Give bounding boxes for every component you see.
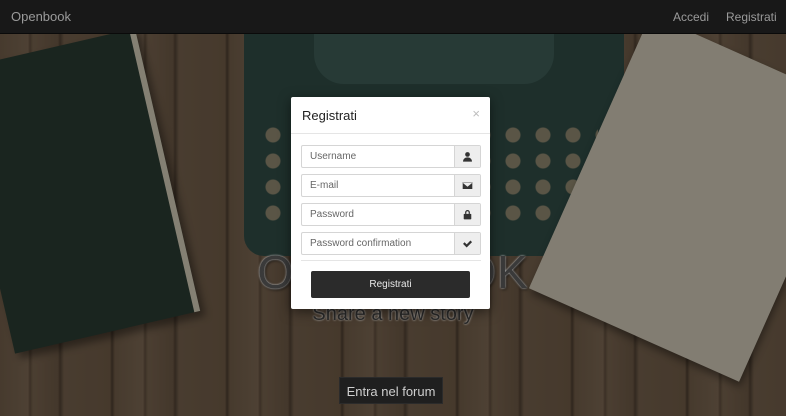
password-confirmation-field	[301, 232, 481, 255]
modal-divider	[301, 260, 481, 261]
user-icon	[454, 146, 480, 167]
nav-link-registrati[interactable]: Registrati	[726, 10, 777, 24]
check-icon	[454, 233, 480, 254]
nav-link-accedi[interactable]: Accedi	[673, 10, 709, 24]
password-confirmation-input[interactable]	[302, 233, 454, 254]
modal-title: Registrati	[302, 108, 357, 123]
register-submit-button[interactable]: Registrati	[311, 271, 470, 298]
modal-header: Registrati ×	[291, 97, 490, 134]
close-icon[interactable]: ×	[472, 107, 480, 120]
enter-forum-button[interactable]: Entra nel forum	[339, 377, 443, 404]
username-input[interactable]	[302, 146, 454, 167]
brand-link[interactable]: Openbook	[11, 9, 71, 24]
password-input[interactable]	[302, 204, 454, 225]
email-input[interactable]	[302, 175, 454, 196]
envelope-icon	[454, 175, 480, 196]
lock-icon	[454, 204, 480, 225]
username-field	[301, 145, 481, 168]
top-navbar: Openbook Accedi Registrati	[0, 0, 786, 34]
password-field	[301, 203, 481, 226]
email-field	[301, 174, 481, 197]
register-modal: Registrati × Registrati	[291, 97, 490, 309]
